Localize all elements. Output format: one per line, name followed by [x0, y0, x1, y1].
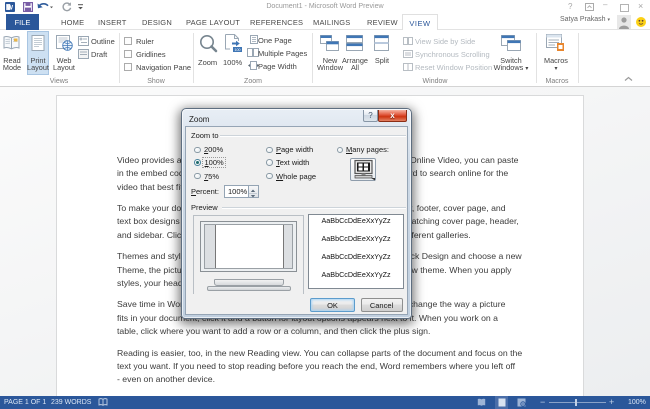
- svg-text:100: 100: [235, 48, 241, 52]
